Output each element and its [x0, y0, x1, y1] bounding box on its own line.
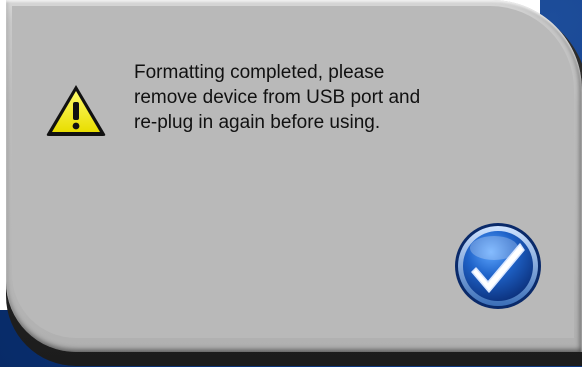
message-line-1: Formatting completed, please — [134, 62, 385, 83]
warning-icon — [46, 85, 106, 136]
screen: Formatting completed, please remove devi… — [0, 0, 582, 367]
dialog-message: Formatting completed, please remove devi… — [134, 60, 494, 135]
message-line-3: re-plug in again before using. — [134, 112, 381, 133]
ok-checkmark-button[interactable] — [454, 222, 542, 310]
message-line-2: remove device from USB port and — [134, 87, 421, 108]
